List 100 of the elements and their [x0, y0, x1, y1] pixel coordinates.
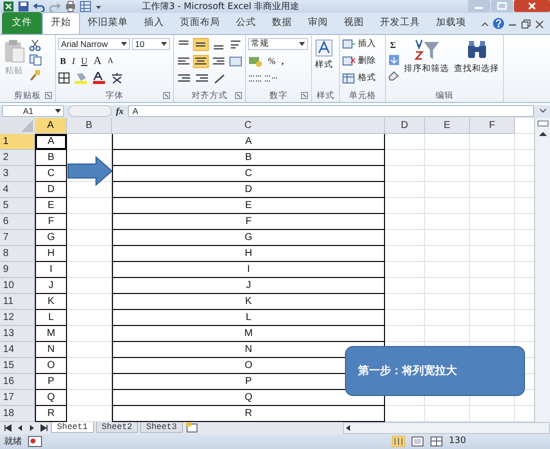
row-header[interactable]: 18 [0, 406, 35, 422]
table-icon[interactable] [80, 1, 91, 12]
row-header[interactable]: 6 [0, 214, 35, 230]
macro-record-icon[interactable] [28, 436, 42, 447]
align-center-icon[interactable] [193, 54, 208, 68]
row-header[interactable]: 4 [0, 182, 35, 198]
ribbon-tab[interactable]: 公式 [228, 13, 264, 34]
page-layout-view-icon[interactable] [410, 436, 424, 447]
table-cell: I [247, 264, 250, 275]
format-painter-icon[interactable] [29, 69, 41, 82]
row-header[interactable]: 10 [0, 278, 35, 294]
italic-button[interactable]: I [70, 55, 78, 68]
row-header[interactable]: 17 [0, 390, 35, 406]
bold-button[interactable]: B [58, 55, 68, 68]
phonetic-icon[interactable] [110, 72, 124, 84]
column-header[interactable]: C [112, 118, 385, 134]
caret-icon[interactable] [121, 41, 127, 48]
row-header[interactable]: 15 [0, 358, 35, 374]
grow-font-button[interactable]: A [92, 55, 104, 68]
help-icon[interactable] [493, 18, 504, 30]
format-button[interactable]: 格式 [342, 71, 383, 86]
borders-icon[interactable] [58, 72, 72, 84]
row-header[interactable]: 9 [0, 262, 35, 278]
caret-icon[interactable] [161, 41, 167, 48]
name-box[interactable]: A1 [2, 105, 64, 118]
normal-view-icon[interactable] [392, 436, 405, 447]
last-sheet-icon[interactable] [39, 422, 49, 433]
dialog-launcher-icon[interactable] [45, 92, 52, 99]
row-header[interactable]: 7 [0, 230, 35, 246]
ribbon-tab[interactable]: 开始 [42, 12, 80, 34]
page-break-view-icon[interactable] [430, 436, 443, 447]
dialog-launcher-icon[interactable] [235, 92, 242, 99]
ribbon-tab[interactable]: 页面布局 [172, 13, 228, 34]
sheet-tab[interactable]: Sheet1 [51, 422, 94, 434]
styles-button[interactable]: 样式 [314, 37, 334, 90]
insert-button[interactable]: 插入 [342, 37, 383, 52]
ribbon-tab[interactable]: 开发工具 [372, 13, 428, 34]
font-name-dropdown[interactable]: Arial Narrow [58, 38, 130, 50]
autosum-button[interactable]: Σ [388, 39, 398, 52]
comma-style-button[interactable]: , [280, 55, 286, 68]
dialog-launcher-icon[interactable] [301, 92, 308, 99]
eraser-icon[interactable] [388, 69, 400, 82]
row-header[interactable]: 13 [0, 326, 35, 342]
row-header[interactable]: 3 [0, 166, 35, 182]
formula-input[interactable]: A [128, 105, 534, 118]
delete-button[interactable]: 删除 [342, 54, 383, 68]
print-icon[interactable] [65, 1, 76, 12]
fill-icon[interactable] [388, 54, 400, 66]
caret-icon[interactable] [299, 41, 305, 48]
close-button[interactable] [514, 0, 550, 12]
table-cell: O [244, 360, 252, 371]
column-header[interactable]: B [67, 118, 112, 134]
row-header[interactable]: 8 [0, 246, 35, 262]
fill-color-icon[interactable] [74, 72, 90, 84]
sort-filter-button[interactable]: 排序和筛选 [403, 37, 450, 90]
ribbon-tab[interactable]: 审阅 [300, 13, 336, 34]
number-format-dropdown[interactable]: 常规 [248, 38, 308, 50]
sheet-tab[interactable]: Sheet3 [140, 422, 183, 434]
align-middle-icon[interactable] [193, 38, 208, 51]
resize-handle-icon[interactable] [68, 105, 112, 118]
caret-icon[interactable] [55, 108, 61, 114]
merge-cells-icon[interactable] [228, 54, 243, 68]
ribbon-tab[interactable]: 视图 [336, 13, 372, 34]
spreadsheet-icon[interactable] [3, 1, 14, 12]
column-header[interactable]: F [470, 118, 515, 134]
split-handle-icon[interactable] [536, 120, 548, 128]
scroll-up-icon[interactable] [536, 130, 548, 138]
row-header[interactable]: 11 [0, 294, 35, 310]
shrink-font-button[interactable]: A [105, 55, 116, 68]
column-header[interactable]: D [385, 118, 425, 134]
sheet-tab[interactable]: Sheet2 [96, 422, 138, 434]
row-header[interactable]: 16 [0, 374, 35, 390]
file-tab[interactable]: 文件 [2, 12, 42, 34]
ribbon-tab[interactable]: 数据 [264, 13, 300, 34]
row-header[interactable]: 2 [0, 150, 35, 166]
close-icon[interactable] [535, 18, 544, 29]
row-header[interactable]: 5 [0, 198, 35, 214]
row-header[interactable]: 14 [0, 342, 35, 358]
save-icon[interactable] [18, 1, 29, 12]
column-header[interactable]: E [425, 118, 470, 134]
restore-icon[interactable] [521, 18, 531, 29]
font-size-dropdown[interactable]: 10 [132, 38, 170, 50]
currency-icon[interactable] [248, 55, 264, 68]
ribbon-tab[interactable]: 加载项 [428, 13, 474, 34]
percent-button[interactable]: % [266, 55, 278, 68]
copy-icon[interactable] [29, 54, 43, 66]
zoom-level[interactable]: 130 [448, 436, 466, 446]
ribbon-tab[interactable]: 怀旧菜单 [80, 13, 136, 34]
insert-function-button[interactable]: fx [116, 106, 124, 116]
dialog-launcher-icon[interactable] [163, 92, 170, 99]
underline-button[interactable]: U [79, 55, 90, 68]
find-select-button[interactable]: 查找和选择 [453, 37, 500, 90]
row-header[interactable]: 1 [0, 134, 35, 150]
row-header[interactable]: 12 [0, 310, 35, 326]
ribbon-tab[interactable]: 插入 [136, 13, 172, 34]
undo-icon[interactable] [33, 1, 45, 12]
first-sheet-icon[interactable] [3, 422, 13, 433]
column-header[interactable]: A [35, 118, 67, 134]
scissors-icon[interactable] [29, 39, 41, 52]
font-color-icon[interactable] [92, 72, 108, 84]
